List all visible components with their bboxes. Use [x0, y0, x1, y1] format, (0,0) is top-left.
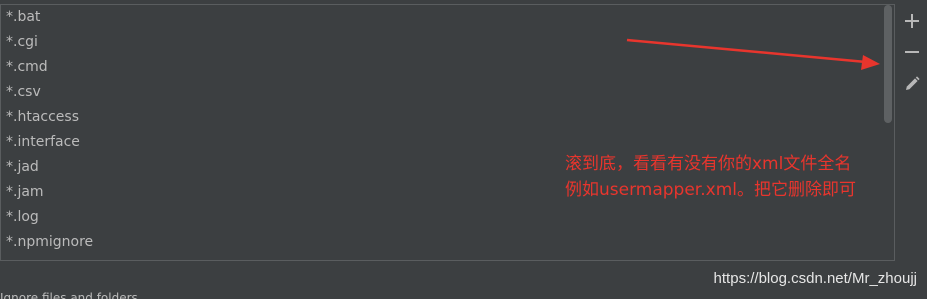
list-item[interactable]: *.csv	[1, 80, 882, 105]
annotation-line-2: 例如usermapper.xml。把它删除即可	[565, 180, 856, 200]
list-item[interactable]: *.log	[1, 205, 882, 230]
annotation-line-1: 滚到底，看看有没有你的xml文件全名	[565, 154, 852, 174]
list-item[interactable]: *.cmd	[1, 55, 882, 80]
file-types-dialog: *.bat *.cgi *.cmd *.csv *.htaccess *.int…	[0, 0, 927, 299]
minus-icon	[904, 51, 919, 53]
list-item[interactable]: *.npmignore	[1, 230, 882, 255]
ignored-patterns-list[interactable]: *.bat *.cgi *.cmd *.csv *.htaccess *.int…	[0, 4, 895, 261]
remove-button[interactable]	[896, 37, 927, 67]
vertical-scrollbar[interactable]	[884, 5, 892, 123]
annotation-text: 滚到底，看看有没有你的xml文件全名 例如usermapper.xml。把它删除…	[565, 151, 856, 203]
add-button[interactable]	[896, 6, 927, 36]
list-item[interactable]: *.bat	[1, 5, 882, 30]
list-item[interactable]: *.htaccess	[1, 105, 882, 130]
list-toolbar	[896, 4, 927, 261]
pattern-list: *.bat *.cgi *.cmd *.csv *.htaccess *.int…	[1, 5, 882, 255]
watermark: https://blog.csdn.net/Mr_zhoujj	[713, 270, 917, 287]
pencil-icon	[905, 76, 920, 90]
list-item[interactable]: *.cgi	[1, 30, 882, 55]
plus-icon	[904, 14, 919, 28]
edit-button[interactable]	[896, 69, 927, 99]
ignore-files-label: Ignore files and folders	[0, 291, 138, 299]
